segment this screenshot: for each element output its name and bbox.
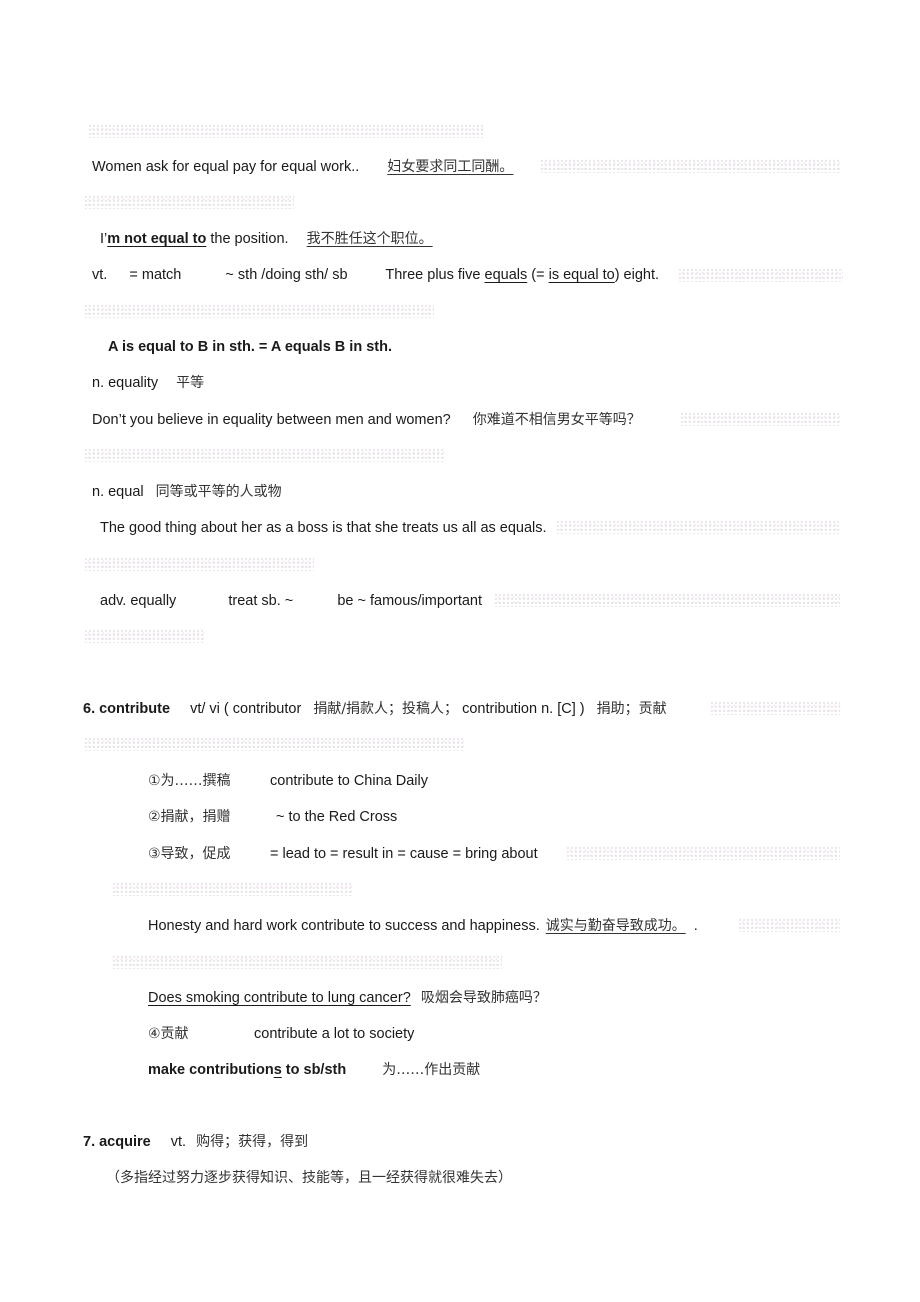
derivative-word: contribution n. [C] ) (462, 701, 585, 717)
entry-meaning: 捐助；贡献 (596, 701, 667, 717)
example-line: I’m not equal to the position. 我不胜任这个职位。 (100, 229, 433, 249)
watermark-noise (84, 629, 204, 643)
entry-heading-acquire: 7. acquire vt. 购得；获得，得到 (83, 1132, 308, 1152)
example-text: ) eight. (614, 267, 660, 283)
sense-meaning: ①为……撰稿 (148, 773, 231, 789)
example-text: (= (527, 267, 549, 283)
watermark-noise (84, 195, 294, 209)
derivative-word: n. equal (92, 484, 144, 500)
example-line: Don’t you believe in equality between me… (92, 410, 641, 430)
sense-example: contribute to China Daily (270, 773, 428, 789)
derivative-word: n. equality (92, 375, 159, 391)
watermark-noise (556, 520, 840, 534)
example-translation: 吸烟会导致肺癌吗？ (420, 990, 547, 1006)
example-text: Three plus five (385, 267, 485, 283)
sense-synonyms: = lead to = result in = cause = bring ab… (270, 846, 538, 862)
entry-word: 7. acquire (83, 1134, 151, 1150)
rule-line: A is equal to B in sth. = A equals B in … (108, 339, 392, 355)
sense-meaning: ④贡献 (148, 1026, 189, 1042)
watermark-noise (84, 737, 464, 751)
sense-line: ①为……撰稿 contribute to China Daily (148, 771, 428, 791)
phrase-line: make contributions to sb/sth 为……作出贡献 (148, 1060, 480, 1080)
example-line: Women ask for equal pay for equal work..… (92, 157, 519, 177)
part-of-speech: vt/ vi ( contributor (190, 701, 302, 717)
example-translation: 诚实与勤奋导致成功。 (545, 918, 686, 934)
watermark-noise (84, 448, 444, 462)
watermark-noise (680, 412, 840, 426)
example-english: Does smoking contribute to lung cancer? (148, 990, 411, 1006)
watermark-noise (540, 159, 840, 173)
phrase: make contributions to sb/sth (148, 1062, 346, 1078)
part-of-speech: vt. (170, 1134, 187, 1150)
sense-line: ④贡献 contribute a lot to society (148, 1024, 414, 1044)
derivative-meaning: 同等或平等的人或物 (155, 484, 282, 500)
watermark-noise (112, 882, 352, 896)
example-text: the position. (206, 231, 289, 247)
example-english: Honesty and hard work contribute to succ… (148, 918, 540, 934)
derivative-meaning: 捐献/捐款人；投稿人； (313, 701, 459, 717)
phrase-text: make contribution (148, 1062, 274, 1078)
example-line: Honesty and hard work contribute to succ… (148, 916, 698, 936)
phrase-text: to sb/sth (281, 1062, 347, 1078)
example-translation: 你难道不相信男女平等吗？ (472, 412, 641, 428)
phrase-meaning: 为……作出贡献 (382, 1062, 481, 1078)
watermark-noise (88, 124, 483, 138)
derivative-meaning: 平等 (176, 375, 205, 391)
example-translation: 妇女要求同工同酬。 (387, 159, 514, 175)
example-translation: 我不胜任这个职位。 (306, 231, 433, 247)
example-line: The good thing about her as a boss is th… (100, 520, 547, 536)
example-line: Does smoking contribute to lung cancer? … (148, 988, 547, 1008)
synonym: = match (129, 267, 182, 283)
sense-line: ③导致，促成 = lead to = result in = cause = br… (148, 844, 538, 864)
phrase-suffix: s (273, 1062, 282, 1078)
key-phrase: is equal to (548, 267, 615, 283)
usage-pattern: ~ sth /doing sth/ sb (225, 267, 348, 283)
sense-example: ~ to the Red Cross (276, 809, 398, 825)
derivative-line: n. equal 同等或平等的人或物 (92, 482, 282, 502)
watermark-noise (738, 918, 840, 932)
sense-meaning: ③导致，促成 (148, 846, 231, 862)
watermark-noise (678, 268, 843, 282)
usage-pattern: be ~ famous/important (337, 593, 483, 609)
key-word: equals (484, 267, 528, 283)
usage-pattern: treat sb. ~ (228, 593, 294, 609)
part-of-speech: vt. (92, 267, 108, 283)
entry-meaning: 购得；获得，得到 (196, 1134, 309, 1150)
example-english: Don’t you believe in equality between me… (92, 412, 451, 428)
key-phrase: m not equal to (107, 231, 207, 247)
example-english: Women ask for equal pay for equal work.. (92, 159, 360, 175)
watermark-noise (84, 304, 434, 318)
usage-note: （多指经过努力逐步获得知识、技能等，且一经获得就很难失去） (106, 1170, 512, 1186)
entry-heading-contribute: 6. contribute vt/ vi ( contributor 捐献/捐款… (83, 699, 667, 719)
example-text: . (693, 918, 698, 934)
entry-word: 6. contribute (83, 701, 171, 717)
watermark-noise (710, 701, 840, 715)
sense-example: contribute a lot to society (254, 1026, 415, 1042)
usage-line: vt. = match ~ sth /doing sth/ sb Three p… (92, 265, 659, 285)
watermark-noise (494, 593, 840, 607)
watermark-noise (112, 955, 502, 969)
derivative-line: n. equality 平等 (92, 373, 204, 393)
derivative-line: adv. equally treat sb. ~ be ~ famous/imp… (100, 591, 482, 611)
watermark-noise (84, 557, 314, 571)
watermark-noise (566, 846, 840, 860)
sense-meaning: ②捐献，捐赠 (148, 809, 231, 825)
sense-line: ②捐献，捐赠 ~ to the Red Cross (148, 807, 397, 827)
derivative-word: adv. equally (100, 593, 177, 609)
